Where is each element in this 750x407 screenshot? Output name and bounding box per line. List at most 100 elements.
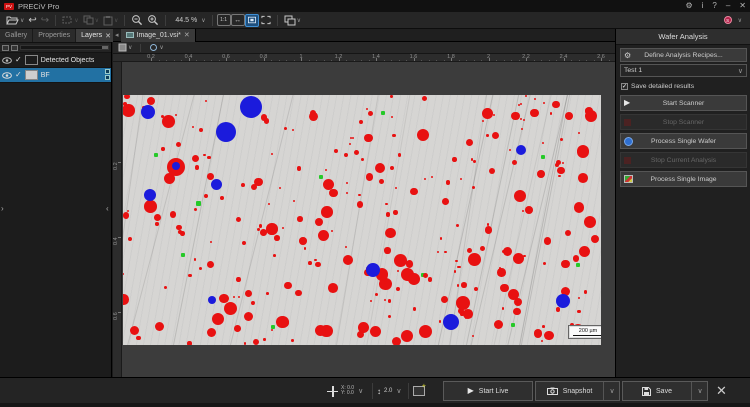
specimen-dot <box>192 126 194 128</box>
specimen-dot <box>442 198 449 205</box>
specimen-dot <box>253 339 259 345</box>
specimen-dot <box>460 312 464 316</box>
tab-layers[interactable]: Layers ✕ <box>76 29 117 42</box>
select-tool-button[interactable]: ∨ <box>60 13 80 27</box>
vertical-ruler: 0.20.40.6 <box>113 62 122 377</box>
z-caret-icon[interactable]: ∨ <box>396 387 401 395</box>
redo-button[interactable]: ↪ <box>39 13 51 27</box>
stage-z-control[interactable]: ↕ 2.0 ∨ <box>377 378 401 404</box>
specimen-dot <box>155 222 158 225</box>
add-stage-position-button[interactable] <box>413 378 425 404</box>
layer-export-button[interactable]: ∨ <box>116 41 134 55</box>
snapshot-button[interactable]: Snapshot ∨ <box>535 381 620 401</box>
left-panel-collapse-chevron-icon[interactable]: ‹ <box>106 204 109 213</box>
layer-name: BF <box>41 72 50 79</box>
close-document-icon[interactable]: ✕ <box>184 31 190 39</box>
stage-xy-control[interactable]: X: 0.0 Y: 0.0 ∨ <box>327 378 363 404</box>
specimen-dot <box>456 296 470 310</box>
paste-button[interactable]: ∨ <box>101 13 120 27</box>
open-file-caret-icon[interactable]: ∨ <box>20 17 24 24</box>
stop-current-analysis-button[interactable]: Stop Current Analysis <box>620 152 747 168</box>
undo-button[interactable]: ↩ <box>26 13 38 27</box>
ruler-tick <box>118 237 121 238</box>
specimen-dot <box>388 315 392 319</box>
stage-y-value: Y: 0.0 <box>341 391 354 397</box>
recipe-select[interactable]: Test 1 ∨ <box>620 64 747 77</box>
start-scanner-button[interactable]: ▶ Start Scanner <box>620 95 747 111</box>
info-icon[interactable]: i <box>702 1 704 11</box>
save-button[interactable]: Save ∨ <box>622 381 708 401</box>
specimen-dot <box>144 200 156 212</box>
help-icon[interactable]: ? <box>712 1 716 11</box>
annotation-tool-button[interactable]: ∨ <box>147 41 165 55</box>
document-tab-label: Image_01.vsi* <box>137 32 181 39</box>
window-layout-button[interactable]: ∨ <box>282 13 303 27</box>
specimen-dot <box>366 173 373 180</box>
add-layer-icon[interactable] <box>2 45 9 51</box>
save-detailed-results-checkbox[interactable]: ✓ Save detailed results <box>621 83 694 90</box>
process-single-image-button[interactable]: Process Single Image <box>620 171 747 187</box>
zoom-in-button[interactable] <box>145 13 161 27</box>
open-file-button[interactable]: ∨ <box>4 13 26 27</box>
specimen-dot <box>291 339 294 342</box>
minimize-button[interactable]: – <box>726 1 730 11</box>
specimen-dot <box>318 230 329 241</box>
visibility-eye-icon[interactable] <box>2 57 12 64</box>
specimen-dot <box>154 153 158 157</box>
snapshot-options-caret-icon[interactable]: ∨ <box>603 382 619 400</box>
specimen-dot <box>578 132 580 134</box>
stop-scanner-button[interactable]: Stop Scanner <box>620 114 747 130</box>
tab-scroll-left-icon[interactable]: ◂ <box>113 31 121 39</box>
layer-opacity-slider[interactable] <box>20 45 109 50</box>
specimen-dot <box>271 153 273 155</box>
slider-thumb[interactable] <box>102 46 108 49</box>
specimen-dot <box>212 313 224 325</box>
specimen-dot <box>192 155 199 162</box>
specimen-dot <box>557 167 565 175</box>
layer-checkbox[interactable]: ✓ <box>15 71 22 79</box>
xy-caret-icon[interactable]: ∨ <box>358 387 363 395</box>
user-badge-icon[interactable]: S <box>724 16 732 24</box>
process-single-wafer-button[interactable]: Process Single Wafer <box>620 133 747 149</box>
fullscreen-button[interactable] <box>259 13 273 27</box>
layer-checkbox[interactable]: ✓ <box>15 56 22 64</box>
layer-lock-icon[interactable] <box>105 69 110 74</box>
settings-gear-icon[interactable]: ⚙ <box>685 1 692 11</box>
layer-options-icon[interactable] <box>11 45 18 51</box>
tab-properties[interactable]: Properties <box>33 29 76 42</box>
stop-icon <box>624 157 631 164</box>
close-panel-button[interactable]: ✕ <box>716 378 727 404</box>
specimen-dot <box>172 162 180 170</box>
crosshair-icon <box>327 386 338 397</box>
specimen-dot <box>124 95 130 99</box>
tab-gallery[interactable]: Gallery <box>0 29 33 42</box>
specimen-dot <box>130 326 139 335</box>
layer-row-detected-objects[interactable]: ✓ Detected Objects <box>0 53 111 68</box>
zoom-out-button[interactable] <box>129 13 145 27</box>
checkbox-check-icon[interactable]: ✓ <box>621 83 628 90</box>
fit-width-button[interactable]: ↔ <box>231 14 245 26</box>
close-layers-tab-icon[interactable]: ✕ <box>105 32 111 40</box>
visibility-eye-icon[interactable] <box>2 72 12 79</box>
zoom-one-to-one-button[interactable]: 1:1 <box>217 14 231 26</box>
horizontal-ruler: 0.20.40.60.811.21.41.61.822.22.42.6 <box>113 54 615 62</box>
start-live-button[interactable]: ▶ Start Live <box>443 381 533 401</box>
specimen-dot <box>188 274 192 278</box>
specimen-dot <box>211 179 222 190</box>
specimen-dot <box>161 147 164 150</box>
ruler-tick <box>226 58 227 61</box>
close-window-button[interactable]: ✕ <box>739 1 746 11</box>
left-edge-expand-chevron-icon[interactable]: › <box>1 204 4 213</box>
fit-screen-button[interactable] <box>245 14 259 27</box>
specimen-dot <box>392 134 395 137</box>
copy-button[interactable]: ∨ <box>81 13 101 27</box>
image-viewport[interactable]: 0.20.40.6 200 µm <box>113 62 615 377</box>
ruler-minor-tick <box>459 60 460 62</box>
zoom-level-dropdown[interactable]: 44.5 % ∨ <box>170 13 207 27</box>
layer-row-bf[interactable]: ✓ BF <box>0 68 111 83</box>
specimen-image[interactable]: 200 µm <box>123 95 601 345</box>
user-menu-caret-icon[interactable]: ∨ <box>738 17 742 24</box>
save-options-caret-icon[interactable]: ∨ <box>691 382 707 400</box>
layer-link-icon[interactable] <box>105 75 110 80</box>
define-analysis-recipes-button[interactable]: ⚙ Define Analysis Recipes... <box>620 48 747 62</box>
